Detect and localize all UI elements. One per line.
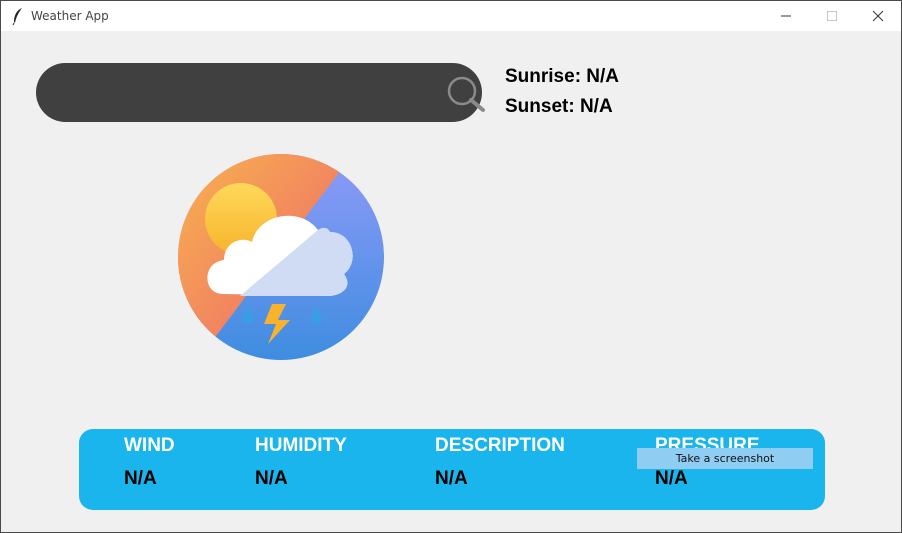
wind-label: WIND bbox=[124, 435, 175, 456]
app-window: Weather App Sunrise: N/A Sunset: N/A WIN… bbox=[0, 0, 902, 533]
wind-column: WIND N/A bbox=[124, 435, 175, 490]
maximize-icon bbox=[827, 11, 837, 21]
humidity-label: HUMIDITY bbox=[255, 435, 347, 456]
close-button[interactable] bbox=[855, 1, 901, 31]
humidity-value: N/A bbox=[255, 468, 288, 489]
description-column: DESCRIPTION N/A bbox=[435, 435, 565, 490]
search-input[interactable] bbox=[66, 78, 430, 108]
description-label: DESCRIPTION bbox=[435, 435, 565, 456]
feather-icon bbox=[12, 8, 22, 25]
maximize-button[interactable] bbox=[809, 1, 855, 31]
sunset-label: Sunset: N/A bbox=[505, 96, 613, 117]
sunrise-label: Sunrise: N/A bbox=[505, 66, 620, 87]
minimize-icon bbox=[781, 15, 791, 17]
wind-value: N/A bbox=[124, 468, 157, 489]
title-bar[interactable]: Weather App bbox=[1, 1, 901, 31]
minimize-button[interactable] bbox=[763, 1, 809, 31]
search-bar bbox=[36, 63, 485, 122]
screenshot-tooltip[interactable]: Take a screenshot bbox=[637, 448, 813, 469]
close-icon bbox=[872, 10, 884, 22]
weather-storm-icon bbox=[178, 154, 384, 360]
humidity-column: HUMIDITY N/A bbox=[255, 435, 347, 490]
search-icon[interactable] bbox=[445, 75, 487, 113]
weather-info-bar: WIND N/A HUMIDITY N/A DESCRIPTION N/A PR… bbox=[79, 429, 825, 510]
window-title: Weather App bbox=[31, 9, 109, 23]
pressure-value: N/A bbox=[655, 468, 688, 489]
description-value: N/A bbox=[435, 468, 468, 489]
